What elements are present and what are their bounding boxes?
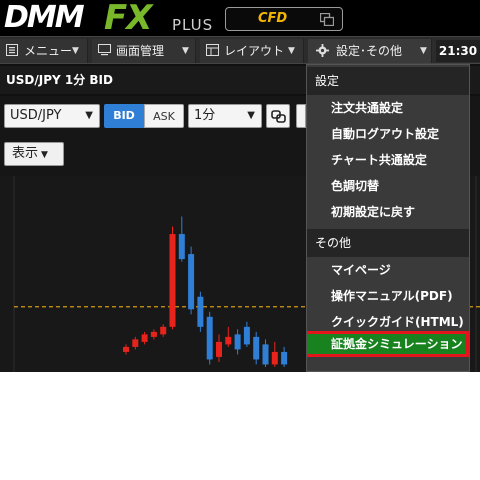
candle — [169, 226, 176, 330]
symbol-select[interactable]: USD/JPY ▼ — [4, 104, 100, 128]
menu-item-reset-defaults[interactable]: 初期設定に戻す — [307, 199, 469, 225]
symbol-select-value: USD/JPY — [10, 108, 62, 123]
candle — [132, 336, 139, 350]
brand-bar: DMM FX PLUS CFD — [0, 0, 480, 36]
candle — [281, 346, 288, 367]
display-button[interactable]: 表示 ▼ — [4, 142, 64, 166]
screen-manage-label: 画面管理 — [116, 44, 165, 58]
chevron-down-icon: ▼ — [85, 110, 93, 121]
menu-item-chart-settings[interactable]: チャート共通設定 — [307, 147, 469, 173]
candle — [243, 321, 250, 347]
screen-manage-button[interactable]: 画面管理 ▼ — [92, 39, 196, 63]
gear-icon — [316, 44, 329, 57]
candle — [150, 329, 157, 340]
cfd-label: CFD — [258, 11, 288, 26]
candle-body — [160, 326, 167, 335]
candle-body — [234, 334, 241, 350]
display-label: 表示 — [12, 146, 39, 161]
section-header-settings: 設定 — [307, 67, 469, 95]
candle-body — [169, 234, 176, 327]
settings-other-label: 設定･その他 — [336, 44, 403, 58]
chevron-down-icon: ▼ — [247, 110, 255, 121]
menu-item-my-page[interactable]: マイページ — [307, 257, 469, 283]
logo-dmm-text: DMM — [4, 0, 85, 35]
candle — [253, 331, 260, 365]
menu-item-order-settings[interactable]: 注文共通設定 — [307, 95, 469, 121]
bid-tab[interactable]: BID — [104, 104, 144, 128]
link-icon — [271, 110, 286, 123]
candle — [178, 216, 185, 262]
menu-item-margin-simulation[interactable]: 証拠金シミュレーション — [307, 331, 469, 357]
candle — [123, 344, 129, 355]
chevron-down-icon: ▼ — [288, 46, 295, 56]
candle — [262, 339, 269, 367]
chevron-down-icon: ▼ — [182, 46, 189, 56]
cfd-switch-button[interactable]: CFD — [225, 7, 343, 31]
candle-body — [243, 326, 250, 345]
windows-icon — [320, 13, 334, 26]
menu-item-auto-logout[interactable]: 自動ログアウト設定 — [307, 121, 469, 147]
settings-other-button[interactable]: 設定･その他 ▼ — [308, 39, 432, 63]
candle-body — [271, 351, 278, 365]
menu-bar: メニュー ▼ 画面管理 ▼ レイアウト ▼ 設定･その他 ▼ 21:30 — [0, 36, 480, 64]
candle — [225, 326, 232, 347]
toolbar-button-partial[interactable] — [296, 104, 306, 128]
ask-tab[interactable]: ASK — [144, 104, 184, 128]
menu-item-manual-pdf[interactable]: 操作マニュアル(PDF) — [307, 283, 469, 309]
candle — [234, 329, 241, 355]
candle-body — [150, 331, 157, 337]
candle — [197, 291, 204, 332]
layout-icon — [206, 44, 219, 56]
candle-body — [262, 344, 269, 365]
menu-button[interactable]: メニュー ▼ — [0, 39, 88, 63]
candle-body — [141, 334, 148, 342]
settings-dropdown-menu: 設定 注文共通設定 自動ログアウト設定 チャート共通設定 色調切替 初期設定に戻… — [306, 64, 470, 372]
candle-body — [123, 346, 129, 352]
logo-plus-text: PLUS — [172, 16, 214, 34]
candle-body — [132, 339, 139, 347]
clock-display: 21:30 — [436, 40, 480, 62]
candle-body — [281, 351, 288, 365]
candle-body — [178, 234, 185, 260]
candle-body — [216, 341, 222, 357]
screen-icon — [98, 44, 111, 56]
layout-button[interactable]: レイアウト ▼ — [200, 39, 304, 63]
candle-body — [225, 336, 232, 345]
logo-fx-text: FX — [104, 0, 152, 38]
candle — [206, 311, 213, 365]
chevron-down-icon: ▼ — [41, 150, 48, 160]
candle — [271, 341, 278, 367]
timeframe-select[interactable]: 1分 ▼ — [188, 104, 262, 128]
candle-body — [197, 296, 204, 327]
section-header-other: その他 — [307, 229, 469, 257]
candle-body — [253, 336, 260, 360]
chevron-down-icon: ▼ — [72, 46, 79, 56]
candle — [141, 331, 148, 345]
menu-item-color-theme[interactable]: 色調切替 — [307, 173, 469, 199]
candle — [188, 246, 195, 315]
candle — [216, 334, 222, 362]
chevron-down-icon: ▼ — [420, 46, 427, 56]
menu-label: メニュー — [24, 44, 73, 58]
candle — [160, 324, 167, 337]
timeframe-select-value: 1分 — [194, 108, 216, 123]
candle-body — [188, 254, 195, 310]
hamburger-icon — [6, 44, 18, 56]
link-button[interactable] — [266, 104, 290, 128]
trading-app-window: DMM FX PLUS CFD メニュー ▼ 画面管理 ▼ レイアウト ▼ 設定… — [0, 0, 480, 372]
layout-label: レイアウト — [224, 44, 285, 58]
candle-body — [206, 316, 213, 360]
